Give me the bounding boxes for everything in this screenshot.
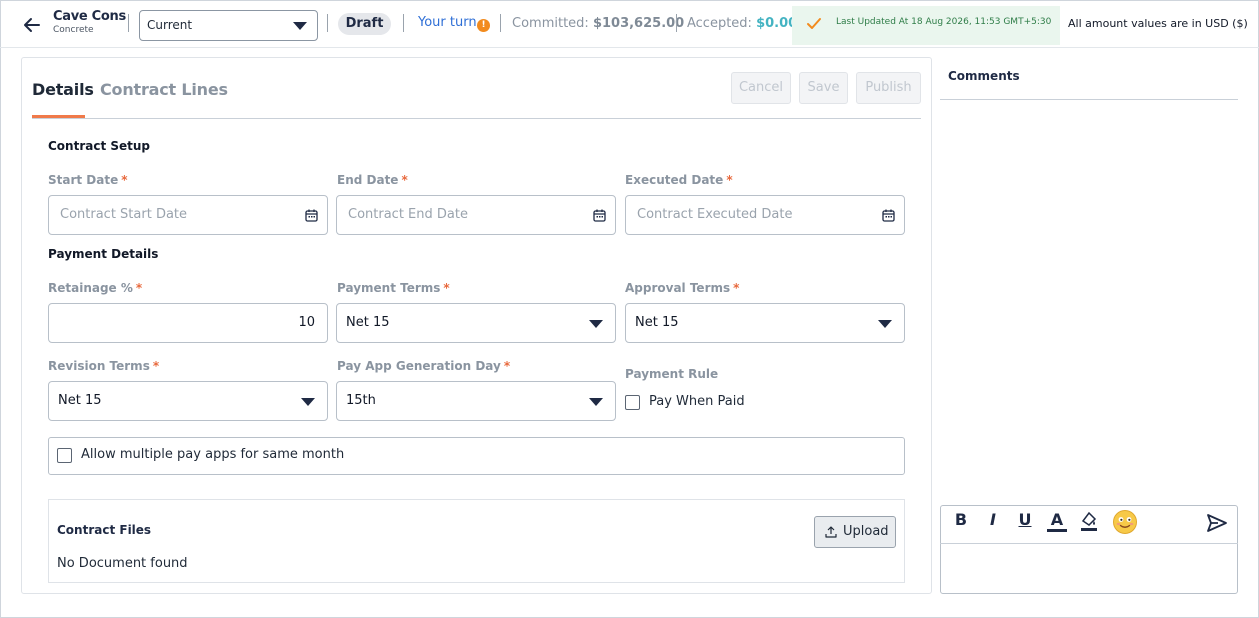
currency-note: All amount values are in USD ($) [1068,17,1248,30]
revision-terms-label: Revision Terms * [48,359,160,373]
allow-multiple-checkbox[interactable] [57,448,72,463]
approval-terms-label: Approval Terms * [625,281,740,295]
info-icon[interactable]: ! [477,19,490,32]
retainage-input[interactable]: 10 [48,303,328,343]
last-updated-banner: Last Updated At 18 Aug 2026, 11:53 GMT+5… [792,6,1060,45]
status-badge: Draft [338,13,391,35]
calendar-icon[interactable] [305,209,318,222]
calendar-icon[interactable] [593,209,606,222]
payment-terms-value: Net 15 [346,315,390,330]
end-date-input[interactable]: Contract End Date [336,195,616,235]
accepted-label: Accepted: [687,16,752,31]
start-date-label: Start Date * [48,173,128,187]
publish-button[interactable]: Publish [856,72,921,104]
emoji-icon[interactable] [1112,509,1138,535]
chevron-down-icon [301,398,315,406]
executed-date-label: Executed Date * [625,173,733,187]
pay-when-paid-checkbox[interactable] [625,395,640,410]
pay-app-day-value: 15th [346,393,376,408]
bold-button[interactable]: B [951,510,971,534]
chevron-down-icon [293,22,307,30]
revision-terms-select[interactable]: Net 15 [48,381,328,421]
pay-when-paid-label: Pay When Paid [649,394,745,409]
check-icon [807,18,821,29]
highlight-icon[interactable] [1079,510,1099,532]
chevron-down-icon [589,398,603,406]
chevron-down-icon [878,320,892,328]
comments-title: Comments [948,69,1020,83]
divider [676,14,677,32]
tab-details[interactable]: Details [32,80,94,99]
divider [403,14,404,32]
accepted-stat: Accepted: $0.00 [687,16,797,31]
underline-button[interactable]: U [1015,510,1035,534]
project-subtitle: Concrete [53,25,94,35]
upload-icon [825,526,837,538]
save-button[interactable]: Save [799,72,848,104]
tab-contract-lines[interactable]: Contract Lines [100,80,228,99]
approval-terms-value: Net 15 [635,315,679,330]
allow-multiple-label: Allow multiple pay apps for same month [81,447,345,462]
your-turn-link[interactable]: Your turn [418,15,477,30]
empty-files-text: No Document found [57,556,188,571]
divider [500,14,501,32]
top-bar: Cave Cons Concrete Current Draft Your tu… [0,0,1259,48]
start-date-placeholder: Contract Start Date [60,207,188,222]
end-date-placeholder: Contract End Date [348,207,468,222]
comments-divider [940,99,1238,100]
approval-terms-select[interactable]: Net 15 [625,303,905,343]
start-date-input[interactable]: Contract Start Date [48,195,328,235]
project-name: Cave Cons [53,9,126,24]
contract-files-title: Contract Files [57,523,152,537]
retainage-label: Retainage % * [48,281,143,295]
last-updated-text: Last Updated At 18 Aug 2026, 11:53 GMT+5… [836,17,1052,27]
view-select-value: Current [147,18,193,32]
calendar-icon[interactable] [882,209,895,222]
editor-toolbar-divider [940,543,1238,544]
divider [327,14,328,32]
text-color-button[interactable]: A [1047,510,1067,532]
tabs-divider [32,118,921,119]
upload-button[interactable]: Upload [814,516,896,548]
pay-app-day-select[interactable]: 15th [336,381,616,421]
italic-button[interactable]: I [983,510,1003,534]
revision-terms-value: Net 15 [58,393,102,408]
chevron-down-icon [589,320,603,328]
committed-label: Committed: [512,16,589,31]
executed-date-placeholder: Contract Executed Date [637,207,793,222]
payment-terms-label: Payment Terms * [337,281,450,295]
send-icon[interactable] [1206,513,1228,533]
project-title: Cave Cons Concrete [53,9,126,35]
back-arrow-icon[interactable] [22,15,42,35]
pay-app-day-label: Pay App Generation Day * [337,359,511,373]
committed-stat: Committed: $103,625.00 [512,16,684,31]
payment-rule-label: Payment Rule [625,367,719,381]
view-select[interactable]: Current [139,10,318,41]
payment-terms-select[interactable]: Net 15 [336,303,616,343]
end-date-label: End Date * [337,173,408,187]
divider [128,14,129,32]
contract-setup-title: Contract Setup [48,139,151,153]
upload-label: Upload [843,524,889,539]
executed-date-input[interactable]: Contract Executed Date [625,195,905,235]
payment-details-title: Payment Details [48,247,159,261]
cancel-button[interactable]: Cancel [731,72,791,104]
committed-value: $103,625.00 [592,16,685,31]
